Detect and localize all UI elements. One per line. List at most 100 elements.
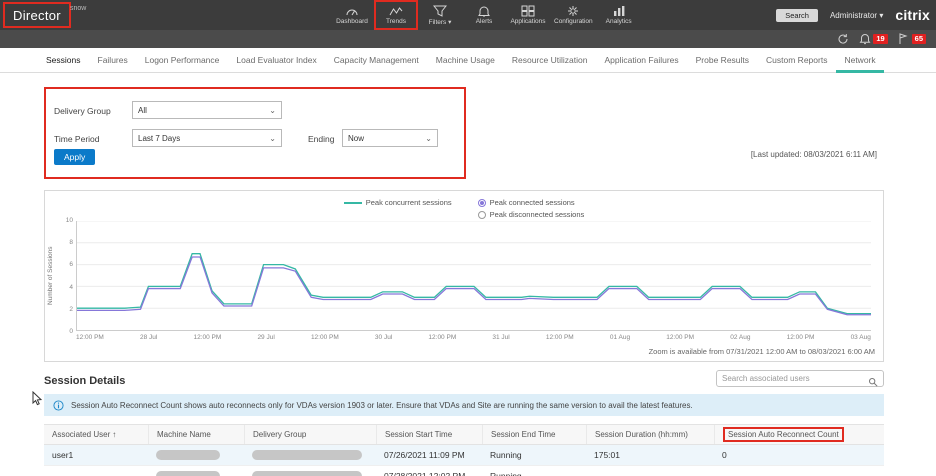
search-associated-users-input[interactable] [722, 374, 864, 383]
radio-unselected-icon[interactable] [478, 211, 486, 219]
column-header-session-auto-reconnect-count[interactable]: Session Auto Reconnect Count [714, 425, 884, 444]
time-period-select[interactable]: Last 7 Days ⌄ [132, 129, 282, 147]
alerts-icon [477, 5, 491, 17]
tab-load-evaluator-index[interactable]: Load Evaluator Index [236, 55, 316, 65]
x-tick-label: 12:00 PM [546, 334, 574, 341]
column-header-label: Session Start Time [385, 430, 452, 439]
chevron-down-icon: ▾ [879, 11, 883, 20]
director-logo[interactable]: Director [3, 2, 71, 28]
column-header-associated-user[interactable]: Associated User↑ [44, 425, 148, 444]
column-header-session-duration-hh-mm-[interactable]: Session Duration (hh:mm) [586, 425, 714, 444]
table-row[interactable]: 07/28/2021 12:02 PMRunning [44, 466, 884, 476]
x-tick-label: 31 Jul [492, 334, 509, 341]
info-icon [53, 400, 64, 411]
utility-bar: 1965 [0, 30, 936, 48]
legend-item: Peak connected sessions [478, 198, 585, 207]
trends-icon [389, 5, 403, 17]
legend-item: Peak disconnected sessions [478, 210, 585, 219]
nav-item-dashboard[interactable]: Dashboard [330, 0, 374, 30]
x-tick-label: 12:00 PM [787, 334, 815, 341]
tab-capacity-management[interactable]: Capacity Management [334, 55, 419, 65]
tab-custom-reports[interactable]: Custom Reports [766, 55, 827, 65]
cell-delivery-group [244, 445, 376, 465]
y-axis-label: Number of Sessions [47, 226, 58, 326]
tab-machine-usage[interactable]: Machine Usage [436, 55, 495, 65]
tab-network[interactable]: Network [844, 55, 875, 65]
alert-flag-icon [897, 33, 910, 46]
redacted-value [252, 471, 362, 476]
nav-item-label: Filters ▾ [429, 18, 452, 26]
tab-resource-utilization[interactable]: Resource Utilization [512, 55, 588, 65]
nav-item-analytics[interactable]: Analytics [597, 0, 641, 30]
cell-session-start-time: 07/28/2021 12:02 PM [376, 466, 482, 476]
nav-item-label: Alerts [476, 18, 493, 25]
site-name: snow [70, 5, 86, 12]
administrator-menu[interactable]: Administrator ▾ [830, 11, 883, 20]
session-details-table: Associated User↑Machine NameDelivery Gro… [44, 424, 884, 476]
table-row[interactable]: user107/26/2021 11:09 PMRunning175:010 [44, 445, 884, 466]
cell-associated-user: user1 [44, 445, 148, 465]
chart-plot[interactable] [76, 221, 871, 331]
y-tick-label: 2 [69, 306, 73, 313]
radio-selected-icon[interactable] [478, 199, 486, 207]
analytics-icon [612, 5, 626, 17]
cell-machine-name [148, 445, 244, 465]
x-tick-label: 12:00 PM [666, 334, 694, 341]
ending-select[interactable]: Now ⌄ [342, 129, 438, 147]
nav-item-applications[interactable]: Applications [506, 0, 550, 30]
tab-sessions[interactable]: Sessions [46, 55, 81, 65]
notification-badge[interactable]: 19 [858, 33, 887, 46]
tab-failures[interactable]: Failures [98, 55, 128, 65]
x-tick-label: 12:00 PM [193, 334, 221, 341]
nav-item-filters[interactable]: Filters ▾ [418, 0, 462, 30]
y-tick-label: 0 [69, 328, 73, 335]
x-tick-label: 02 Aug [730, 334, 750, 341]
nav-item-label: Applications [510, 18, 545, 25]
app-title: Director [13, 8, 61, 23]
chart-plot-svg [77, 221, 871, 330]
column-header-machine-name[interactable]: Machine Name [148, 425, 244, 444]
x-tick-label: 01 Aug [610, 334, 630, 341]
chevron-down-icon: ⌄ [425, 134, 432, 143]
refresh-icon[interactable] [836, 33, 849, 46]
nav-item-trends[interactable]: Trends [374, 0, 418, 30]
legend-label: Peak concurrent sessions [366, 198, 452, 207]
column-header-label: Session End Time [491, 430, 555, 439]
nav-item-configuration[interactable]: Configuration [550, 0, 597, 30]
search-button[interactable]: Search [776, 9, 818, 22]
x-tick-label: 12:00 PM [311, 334, 339, 341]
chevron-down-icon: ⌄ [269, 134, 276, 143]
column-header-session-start-time[interactable]: Session Start Time [376, 425, 482, 444]
nav-item-alerts[interactable]: Alerts [462, 0, 506, 30]
topbar-right: Search Administrator ▾ citrix [776, 0, 930, 30]
delivery-group-select[interactable]: All ⌄ [132, 101, 282, 119]
topbar-nav: Dashboard Trends Filters ▾ Alerts Applicatio… [330, 0, 641, 30]
tab-probe-results[interactable]: Probe Results [696, 55, 749, 65]
column-header-label: Associated User [52, 430, 110, 439]
nav-item-label: Trends [386, 18, 406, 25]
administrator-label: Administrator [830, 11, 877, 20]
column-header-session-end-time[interactable]: Session End Time [482, 425, 586, 444]
citrix-director-app: Director snow Dashboard Trends Filters ▾ Al… [0, 0, 936, 476]
topbar: Director snow Dashboard Trends Filters ▾ Al… [0, 0, 936, 30]
cell-session-end-time: Running [482, 445, 586, 465]
badge-count: 65 [912, 34, 926, 44]
notification-badge[interactable]: 65 [897, 33, 926, 46]
search-associated-users-box[interactable] [716, 370, 884, 387]
cell-session-start-time: 07/26/2021 11:09 PM [376, 445, 482, 465]
tab-application-failures[interactable]: Application Failures [604, 55, 678, 65]
y-tick-label: 6 [69, 261, 73, 268]
apply-button[interactable]: Apply [54, 149, 95, 165]
column-header-delivery-group[interactable]: Delivery Group [244, 425, 376, 444]
column-header-label: Session Duration (hh:mm) [595, 430, 688, 439]
magnifier-icon[interactable] [868, 374, 878, 384]
sort-asc-icon: ↑ [112, 430, 116, 439]
chevron-down-icon: ⌄ [269, 106, 276, 115]
tab-logon-performance[interactable]: Logon Performance [145, 55, 220, 65]
x-tick-label: 03 Aug [851, 334, 871, 341]
table-body: user107/26/2021 11:09 PMRunning175:01007… [44, 445, 884, 476]
x-tick-label: 28 Jul [140, 334, 157, 341]
x-axis-ticks: 12:00 PM28 Jul12:00 PM29 Jul12:00 PM30 J… [76, 334, 871, 341]
line-swatch [344, 202, 362, 204]
ending-label: Ending [308, 134, 334, 144]
